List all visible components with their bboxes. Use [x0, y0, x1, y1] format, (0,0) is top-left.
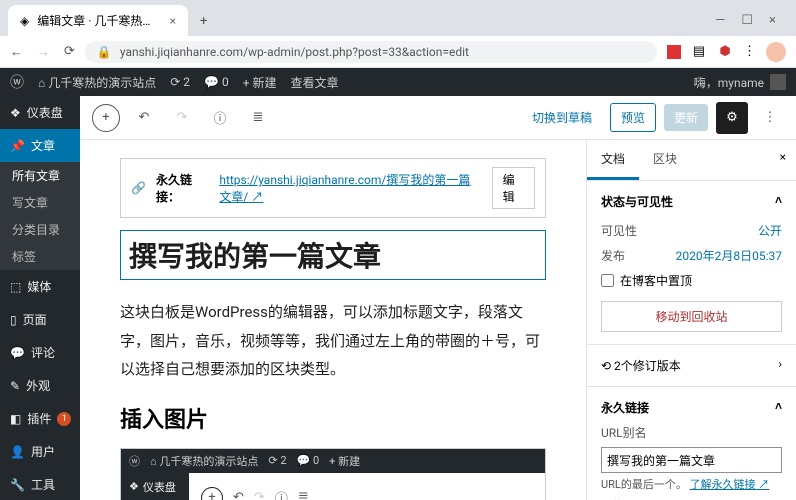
learn-permalink-link[interactable]: 了解永久链接 ↗ [690, 478, 770, 491]
revisions-panel[interactable]: ⟲ 2个修订版本› [587, 345, 796, 387]
heading-block[interactable]: 插入图片 [120, 402, 546, 434]
sidebar-item-users[interactable]: 👤用户 [0, 435, 80, 468]
outline-button[interactable]: ≣ [244, 104, 272, 132]
sidebar-item-comments[interactable]: 💬评论 [0, 336, 80, 369]
tab-favicon: ◈ [20, 14, 29, 28]
profile-avatar[interactable] [766, 42, 786, 62]
edit-permalink-button[interactable]: 编辑 [492, 167, 535, 209]
menu-icon[interactable]: ⋮ [743, 44, 756, 59]
submenu-tags[interactable]: 标签 [0, 243, 80, 270]
greeting[interactable]: 嗨，myname [694, 74, 764, 91]
close-window-icon[interactable]: × [769, 13, 776, 28]
sidebar-item-appearance[interactable]: ✎外观 [0, 369, 80, 402]
status-panel-header[interactable]: 状态与可见性˄ [601, 193, 782, 210]
ss-site: ⌂ 几千寒热的演示站点 [150, 453, 258, 469]
settings-toggle-button[interactable]: ⚙ [716, 102, 748, 134]
add-block-button[interactable]: + [92, 104, 120, 132]
address-bar[interactable]: 🔒 yanshi.jiqianhanre.com/wp-admin/post.p… [85, 41, 657, 63]
user-avatar-icon[interactable] [770, 74, 786, 90]
undo-button[interactable]: ↶ [130, 104, 158, 132]
tab-title: 编辑文章 · 几千寒热的演示站点 [37, 12, 161, 29]
post-title-block[interactable]: 撰写我的第一篇文章 [120, 230, 546, 280]
site-name[interactable]: ⌂ 几千寒热的演示站点 [38, 74, 156, 91]
user-icon: 👤 [10, 445, 25, 459]
plugin-icon: ◧ [10, 412, 21, 426]
minimize-icon[interactable]: — [715, 13, 725, 28]
maximize-icon[interactable]: ☐ [741, 13, 753, 28]
wp-logo-icon: ⓦ [129, 453, 140, 469]
lock-icon: 🔒 [97, 45, 112, 59]
media-icon: ⬚ [10, 280, 21, 294]
sidebar-item-plugins[interactable]: ◧插件1 [0, 402, 80, 435]
link-icon: 🔗 [131, 181, 146, 195]
submenu-write-post[interactable]: 写文章 [0, 189, 80, 216]
reload-icon[interactable]: ⟳ [64, 44, 75, 60]
dashboard-icon: ❖ [10, 106, 21, 120]
sidebar-item-dashboard[interactable]: ❖仪表盘 [0, 96, 80, 129]
permalink-panel-header[interactable]: 永久链接˄ [601, 399, 782, 416]
extension-icon[interactable] [667, 45, 681, 59]
home-icon: ⌂ [38, 76, 45, 90]
pin-icon: 📌 [10, 139, 25, 153]
new-button[interactable]: + 新建 [243, 74, 277, 91]
chevron-right-icon: › [778, 357, 782, 374]
tab-document[interactable]: 文档 [587, 140, 639, 180]
comment-icon: 💬 [10, 346, 25, 360]
submenu-categories[interactable]: 分类目录 [0, 216, 80, 243]
sidebar-item-posts[interactable]: 📌文章 [0, 129, 80, 162]
permalink-label: 永久链接： [156, 171, 209, 205]
submenu-all-posts[interactable]: 所有文章 [0, 162, 80, 189]
url-slug-input[interactable] [601, 447, 782, 473]
embedded-screenshot: ⓦ ⌂ 几千寒热的演示站点 ⟳ 2 💬 0 + 新建 ❖ 仪表盘 📌 文章 所有… [120, 448, 546, 500]
sidebar-item-media[interactable]: ⬚媒体 [0, 270, 80, 303]
info-button[interactable]: ⓘ [206, 104, 234, 132]
move-to-trash-button[interactable]: 移动到回收站 [601, 301, 782, 332]
chevron-up-icon: ˄ [775, 193, 782, 210]
visibility-value[interactable]: 公开 [758, 222, 782, 239]
forward-icon[interactable]: → [37, 44, 50, 60]
back-icon[interactable]: ← [10, 44, 23, 60]
update-button[interactable]: 更新 [664, 104, 708, 131]
page-icon: ▯ [10, 313, 17, 327]
new-tab-button[interactable]: + [192, 7, 215, 36]
extension-icon[interactable]: ⬢ [717, 44, 733, 60]
paragraph-block[interactable]: 这块白板是WordPress的编辑器，可以添加标题文字，段落文字，图片，音乐，视… [120, 298, 546, 384]
updates-button[interactable]: ⟳ 2 [170, 75, 190, 89]
sidebar-item-pages[interactable]: ▯页面 [0, 303, 80, 336]
brush-icon: ✎ [10, 379, 20, 393]
permalink-bar: 🔗 永久链接： https://yanshi.jiqianhanre.com/撰… [120, 158, 546, 218]
comments-button[interactable]: 💬 0 [204, 75, 229, 89]
close-inspector-button[interactable]: × [770, 140, 796, 180]
ss-dashboard: ❖ 仪表盘 [121, 473, 189, 500]
chevron-up-icon: ˄ [775, 399, 782, 416]
publish-date-value[interactable]: 2020年2月8日05:37 [676, 247, 782, 264]
wordpress-logo-icon[interactable]: ⓦ [10, 72, 24, 92]
preview-button[interactable]: 预览 [610, 103, 656, 132]
tool-icon: 🔧 [10, 478, 25, 492]
redo-button[interactable]: ↷ [168, 104, 196, 132]
switch-to-draft-button[interactable]: 切换到草稿 [522, 103, 602, 132]
view-post-button[interactable]: 查看文章 [291, 74, 339, 91]
tab-block[interactable]: 区块 [639, 140, 691, 180]
ss-add-icon: +↗ [201, 487, 223, 500]
close-icon[interactable]: × [170, 14, 176, 28]
post-title[interactable]: 撰写我的第一篇文章 [129, 235, 537, 275]
more-options-button[interactable]: ⋮ [756, 104, 784, 132]
update-badge: 1 [57, 412, 71, 426]
sticky-checkbox[interactable] [601, 274, 614, 287]
url-text: yanshi.jiqianhanre.com/wp-admin/post.php… [120, 45, 469, 59]
sidebar-item-tools[interactable]: 🔧工具 [0, 468, 80, 500]
permalink-url[interactable]: https://yanshi.jiqianhanre.com/撰写我的第一篇文章… [219, 171, 481, 205]
browser-tab[interactable]: ◈ 编辑文章 · 几千寒热的演示站点 × [8, 5, 188, 36]
extension-icon[interactable]: ▤ [691, 44, 707, 60]
